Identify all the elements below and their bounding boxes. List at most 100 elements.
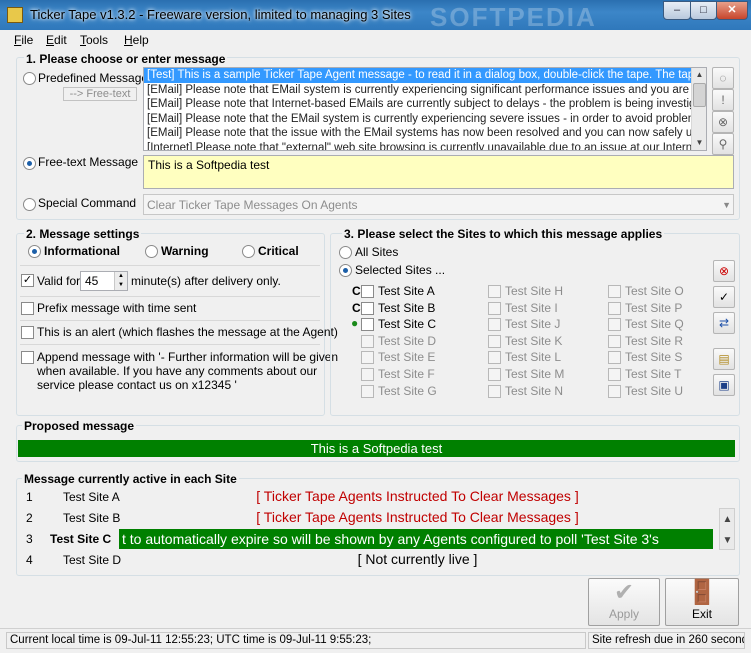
warning-radio[interactable]	[145, 245, 158, 258]
site-l-checkbox[interactable]	[488, 351, 501, 364]
save-icon[interactable]: ▣	[713, 374, 735, 396]
informational-radio[interactable]	[28, 245, 41, 258]
list-scrollbar[interactable]: ▲ ▼	[691, 68, 706, 150]
freetext-convert-button[interactable]: --> Free-text	[63, 87, 137, 101]
select-all-icon[interactable]: ✓	[713, 286, 735, 308]
status-refresh: Site refresh due in 260 seconds	[588, 632, 745, 649]
predefined-message-list[interactable]: [Test] This is a sample Ticker Tape Agen…	[143, 67, 707, 151]
site-n-checkbox[interactable]	[488, 385, 501, 398]
menu-edit[interactable]: Edit	[46, 33, 67, 47]
site-c-checkbox[interactable]	[361, 318, 374, 331]
maximize-button[interactable]: □	[690, 1, 717, 20]
site-t-label: Test Site T	[625, 367, 682, 381]
freetext-radio[interactable]	[23, 157, 36, 170]
special-command-select[interactable]: Clear Ticker Tape Messages On Agents ▼	[143, 194, 734, 215]
chevron-down-icon: ▼	[722, 200, 731, 210]
site-q-checkbox[interactable]	[608, 318, 621, 331]
status-time: Current local time is 09-Jul-11 12:55:23…	[6, 632, 586, 649]
site-g-label: Test Site G	[378, 384, 437, 398]
list-item[interactable]: [EMail] Please note that the issue with …	[144, 126, 706, 141]
predefined-radio[interactable]	[23, 72, 36, 85]
active-row-message[interactable]: t to automatically expire so will be sho…	[119, 529, 713, 549]
site-i-checkbox[interactable]	[488, 302, 501, 315]
site-k-checkbox[interactable]	[488, 335, 501, 348]
informational-label: Informational	[44, 244, 121, 258]
list-item[interactable]: [Internet] Please note that "external" w…	[144, 141, 706, 151]
filter-icon[interactable]: ⚲	[712, 133, 734, 155]
list-item[interactable]: [EMail] Please note that Internet-based …	[144, 97, 706, 112]
site-t-checkbox[interactable]	[608, 368, 621, 381]
active-row-site: Test Site C	[50, 532, 112, 546]
append-checkbox[interactable]	[21, 351, 34, 364]
site-s-checkbox[interactable]	[608, 351, 621, 364]
window-title: Ticker Tape v1.3.2 - Freeware version, l…	[30, 7, 411, 22]
site-r-checkbox[interactable]	[608, 335, 621, 348]
site-o-checkbox[interactable]	[608, 285, 621, 298]
critical-label: Critical	[258, 244, 299, 258]
append-line-1: Append message with '- Further informati…	[37, 350, 339, 364]
freetext-input[interactable]: This is a Softpedia test	[143, 155, 734, 189]
close-button[interactable]: ✕	[716, 1, 748, 20]
site-o-label: Test Site O	[625, 284, 684, 298]
active-row-num: 1	[26, 490, 33, 504]
active-scrollbar[interactable]: ▲ ▼	[719, 508, 735, 550]
site-n-label: Test Site N	[505, 384, 564, 398]
active-heading: Message currently active in each Site	[22, 472, 239, 486]
site-p-checkbox[interactable]	[608, 302, 621, 315]
site-h-checkbox[interactable]	[488, 285, 501, 298]
site-d-checkbox[interactable]	[361, 335, 374, 348]
watermark: SOFTPEDIA	[430, 2, 597, 32]
valid-for-checkbox[interactable]: ✓	[21, 274, 34, 287]
site-a-checkbox[interactable]	[361, 285, 374, 298]
apply-label: Apply	[608, 607, 640, 621]
proposed-heading: Proposed message	[22, 419, 137, 433]
section1-heading: 1. Please choose or enter message	[24, 52, 228, 66]
site-m-checkbox[interactable]	[488, 368, 501, 381]
site-b-checkbox[interactable]	[361, 302, 374, 315]
list-item[interactable]: [Test] This is a sample Ticker Tape Agen…	[144, 68, 706, 83]
clear-selection-icon[interactable]: ⊗	[713, 260, 735, 282]
minimize-button[interactable]: –	[663, 1, 691, 20]
site-j-checkbox[interactable]	[488, 318, 501, 331]
valid-suffix-label: minute(s) after delivery only.	[131, 274, 281, 288]
alert-checkbox[interactable]	[21, 326, 34, 339]
open-folder-icon[interactable]: ▤	[713, 348, 735, 370]
alert-label: This is an alert (which flashes the mess…	[37, 325, 338, 339]
scroll-up-icon[interactable]: ▲	[693, 68, 706, 81]
active-row-message[interactable]: [ Ticker Tape Agents Instructed To Clear…	[120, 488, 715, 504]
site-g-checkbox[interactable]	[361, 385, 374, 398]
active-row-site: Test Site B	[63, 511, 121, 525]
list-item[interactable]: [EMail] Please note that the EMail syste…	[144, 112, 706, 127]
site-f-checkbox[interactable]	[361, 368, 374, 381]
scroll-thumb[interactable]	[693, 83, 706, 107]
site-e-checkbox[interactable]	[361, 351, 374, 364]
scroll-down-icon[interactable]: ▼	[721, 534, 734, 547]
special-command-value: Clear Ticker Tape Messages On Agents	[147, 198, 358, 212]
active-row-message[interactable]: [ Ticker Tape Agents Instructed To Clear…	[120, 509, 715, 525]
proposed-message-tape[interactable]: This is a Softpedia test	[18, 440, 735, 457]
prefix-time-checkbox[interactable]	[21, 302, 34, 315]
active-row-message[interactable]: [ Not currently live ]	[120, 551, 715, 567]
exit-button[interactable]: 🚪 Exit	[665, 578, 739, 626]
apply-button[interactable]: ✔ Apply	[588, 578, 660, 626]
special-command-radio[interactable]	[23, 198, 36, 211]
spin-up-icon[interactable]: ▲	[114, 272, 127, 281]
spin-down-icon[interactable]: ▼	[114, 281, 127, 290]
scroll-up-icon[interactable]: ▲	[721, 513, 734, 526]
scroll-down-icon[interactable]: ▼	[693, 136, 706, 149]
all-sites-radio[interactable]	[339, 246, 352, 259]
valid-minutes-stepper[interactable]: 45 ▲ ▼	[80, 271, 128, 291]
menu-file[interactable]: File	[14, 33, 33, 47]
exclamation-icon[interactable]: !	[712, 89, 734, 111]
prefix-time-label: Prefix message with time sent	[37, 301, 197, 315]
menu-help[interactable]: Help	[124, 33, 149, 47]
critical-radio[interactable]	[242, 245, 255, 258]
swap-icon[interactable]: ⇄	[713, 312, 735, 334]
predefined-label: Predefined Message	[38, 71, 149, 85]
site-u-checkbox[interactable]	[608, 385, 621, 398]
selected-sites-radio[interactable]	[339, 264, 352, 277]
delete-icon[interactable]: ⊗	[712, 111, 734, 133]
list-item[interactable]: [EMail] Please note that EMail system is…	[144, 83, 706, 98]
menu-tools[interactable]: Tools	[80, 33, 108, 47]
refresh-icon[interactable]: ◌	[712, 67, 734, 89]
